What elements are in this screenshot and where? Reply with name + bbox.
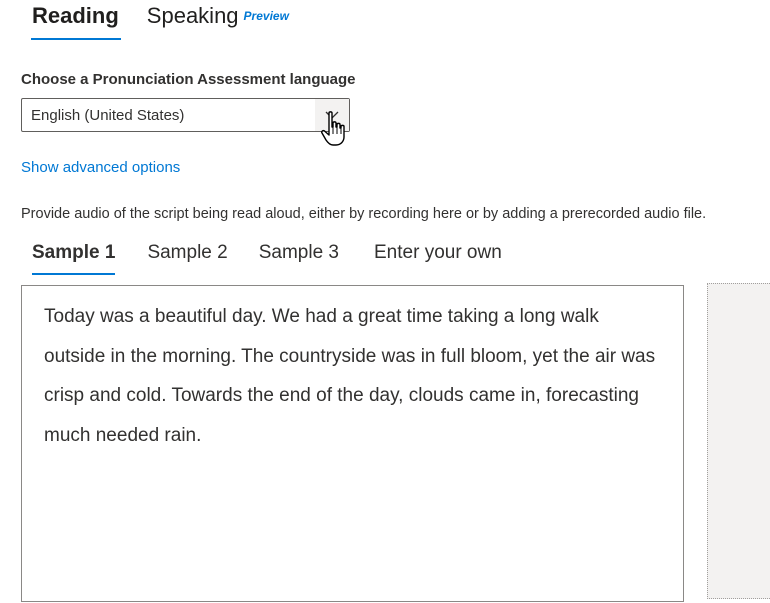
preview-badge: Preview (243, 9, 289, 23)
tab-speaking-label: Speaking (146, 3, 239, 28)
hand-cursor-icon (321, 111, 345, 146)
script-textarea[interactable]: Today was a beautiful day. We had a grea… (21, 285, 684, 602)
audio-panel (707, 283, 770, 599)
tab-sample-1[interactable]: Sample 1 (32, 240, 116, 275)
mode-tabs: Reading Speaking Preview (31, 0, 289, 42)
tab-sample-3[interactable]: Sample 3 (259, 240, 339, 266)
language-label: Choose a Pronunciation Assessment langua… (21, 71, 356, 88)
pronunciation-assessment-page: Reading Speaking Preview Choose a Pronun… (0, 0, 770, 603)
sample-tabs: Sample 1 Sample 2 Sample 3 Enter your ow… (32, 240, 534, 275)
instructions-text: Provide audio of the script being read a… (21, 206, 707, 222)
language-selected-value: English (United States) (31, 107, 185, 124)
tab-sample-2[interactable]: Sample 2 (147, 240, 227, 266)
tab-reading[interactable]: Reading (31, 0, 121, 40)
tab-enter-your-own[interactable]: Enter your own (374, 240, 502, 266)
script-text: Today was a beautiful day. We had a grea… (44, 306, 656, 446)
tab-speaking[interactable]: Speaking Preview (146, 0, 289, 32)
show-advanced-options-link[interactable]: Show advanced options (21, 159, 180, 176)
language-dropdown[interactable]: English (United States) (21, 98, 350, 132)
